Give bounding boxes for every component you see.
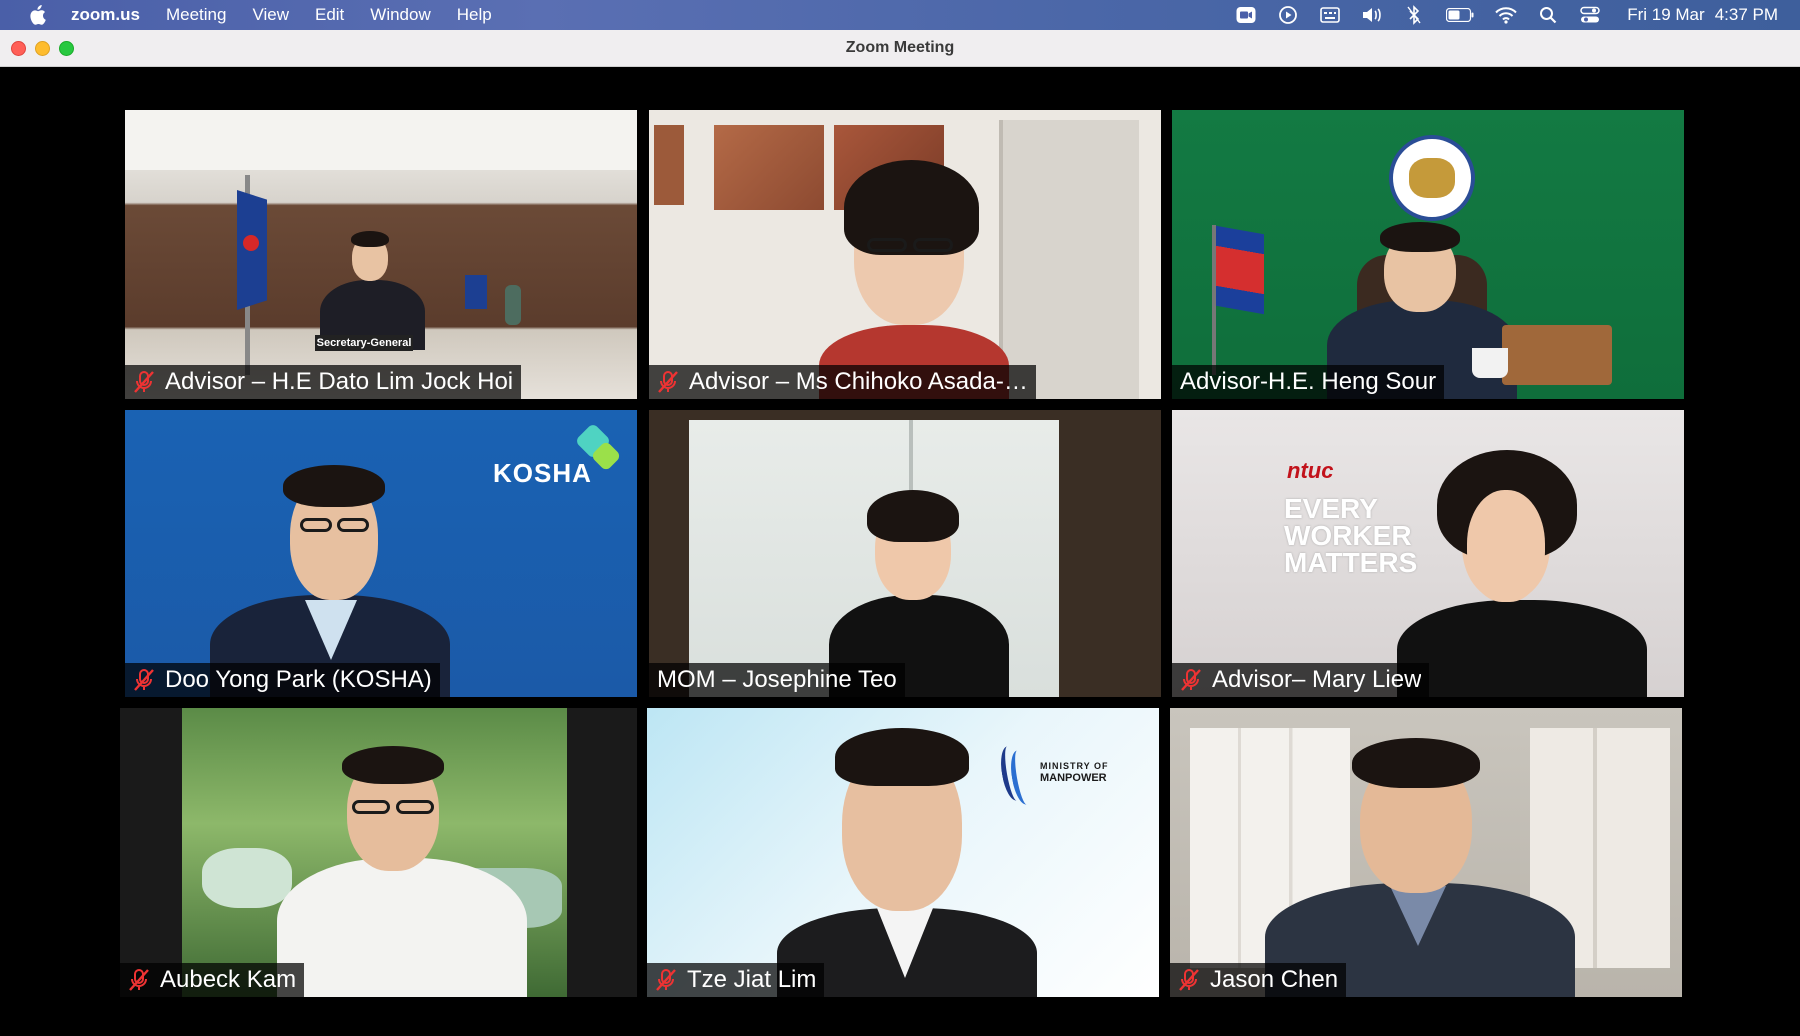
logo-line: MANPOWER (1040, 772, 1107, 784)
slogan: EVERY WORKER MATTERS (1284, 493, 1418, 578)
video-tile[interactable]: Secretary-General Advisor – H.E Dato Lim… (125, 110, 637, 399)
video-feed: KOSHA (125, 410, 637, 697)
muted-microphone-icon (126, 967, 152, 993)
zoom-tray-icon[interactable] (1235, 5, 1257, 25)
video-feed (649, 110, 1161, 399)
clock-time: 4:37 PM (1714, 5, 1778, 24)
search-icon[interactable] (1537, 5, 1559, 25)
menu-bar: zoom.us Meeting View Edit Window Help Fr… (0, 0, 1800, 30)
wifi-icon[interactable] (1495, 5, 1517, 25)
gallery-view: Secretary-General Advisor – H.E Dato Lim… (0, 67, 1800, 1036)
participant-name-bar: Advisor-H.E. Heng Sour (1172, 365, 1445, 399)
participant-name: Advisor – Ms Chihoko Asada-… (689, 368, 1028, 395)
apple-menu-icon[interactable] (27, 5, 47, 25)
nameplate: Secretary-General (315, 335, 413, 351)
participant-name: Doo Yong Park (KOSHA) (165, 666, 432, 693)
participant-name-bar: Advisor – Ms Chihoko Asada-… (649, 365, 1036, 399)
logo-line: MINISTRY OF (1040, 761, 1109, 771)
muted-microphone-icon (655, 369, 681, 395)
slogan-line: EVERY (1284, 493, 1378, 524)
video-feed (1170, 708, 1682, 997)
participant-name-bar: Aubeck Kam (120, 963, 305, 997)
fullscreen-window-button[interactable] (59, 41, 74, 56)
menu-window[interactable]: Window (370, 5, 430, 25)
ministry-logo-text: MINISTRY OF MANPOWER (1040, 760, 1109, 784)
participant-name-bar: Advisor– Mary Liew (1172, 663, 1430, 697)
participant-name-bar: Jason Chen (1170, 963, 1347, 997)
participant-name: Aubeck Kam (160, 966, 297, 993)
menu-edit[interactable]: Edit (315, 5, 344, 25)
participant-name: Advisor – H.E Dato Lim Jock Hoi (165, 368, 514, 395)
battery-icon[interactable] (1445, 5, 1475, 25)
participant-name-bar: MOM – Josephine Teo (649, 663, 905, 697)
video-tile[interactable]: Advisor – Ms Chihoko Asada-… (649, 110, 1161, 399)
play-circle-icon[interactable] (1277, 5, 1299, 25)
participant-name-bar: Advisor – H.E Dato Lim Jock Hoi (125, 365, 522, 399)
clock-date: Fri 19 Mar (1627, 5, 1705, 24)
video-feed (182, 708, 567, 997)
participant-name: Tze Jiat Lim (687, 966, 817, 993)
muted-microphone-icon (1178, 667, 1204, 693)
video-tile[interactable]: ntuc EVERY WORKER MATTERS Advisor– Mary … (1172, 410, 1684, 697)
menu-meeting[interactable]: Meeting (166, 5, 226, 25)
menu-bar-clock[interactable]: Fri 19 Mar 4:37 PM (1627, 5, 1778, 25)
kosha-logo: KOSHA (493, 458, 592, 488)
video-feed: Secretary-General (125, 110, 637, 399)
menu-view[interactable]: View (252, 5, 289, 25)
menu-app-name[interactable]: zoom.us (71, 5, 140, 25)
menu-help[interactable]: Help (457, 5, 492, 25)
minimize-window-button[interactable] (35, 41, 50, 56)
participant-name: MOM – Josephine Teo (657, 666, 897, 693)
volume-icon[interactable] (1361, 5, 1383, 25)
participant-name: Advisor-H.E. Heng Sour (1180, 368, 1437, 395)
muted-microphone-icon (131, 667, 157, 693)
muted-microphone-icon (1176, 967, 1202, 993)
participant-name-bar: Doo Yong Park (KOSHA) (125, 663, 440, 697)
muted-microphone-icon (131, 369, 157, 395)
slogan-line: WORKER (1284, 520, 1412, 551)
video-tile[interactable]: MOM – Josephine Teo (649, 410, 1161, 697)
slogan-line: MATTERS (1284, 547, 1418, 578)
video-tile[interactable]: KOSHA Doo Yong Park (KOSHA) (125, 410, 637, 697)
video-tile[interactable]: Jason Chen (1170, 708, 1682, 997)
muted-microphone-icon (653, 967, 679, 993)
input-source-icon[interactable] (1319, 5, 1341, 25)
window-title: Zoom Meeting (845, 39, 955, 56)
participant-name: Advisor– Mary Liew (1212, 666, 1422, 693)
video-tile[interactable]: Aubeck Kam (120, 708, 637, 997)
close-window-button[interactable] (11, 41, 26, 56)
video-feed: MINISTRY OF MANPOWER (647, 708, 1159, 997)
window-titlebar: Zoom Meeting (0, 30, 1800, 67)
control-center-icon[interactable] (1579, 5, 1601, 25)
participant-name: Jason Chen (1210, 966, 1339, 993)
video-tile[interactable]: MINISTRY OF MANPOWER Tze Jiat Lim (647, 708, 1159, 997)
video-feed (1172, 110, 1684, 399)
bluetooth-off-icon[interactable] (1403, 5, 1425, 25)
participant-name-bar: Tze Jiat Lim (647, 963, 825, 997)
video-feed (649, 410, 1161, 697)
video-feed: ntuc EVERY WORKER MATTERS (1172, 410, 1684, 697)
ntuc-logo: ntuc (1287, 458, 1334, 483)
video-tile[interactable]: Advisor-H.E. Heng Sour (1172, 110, 1684, 399)
